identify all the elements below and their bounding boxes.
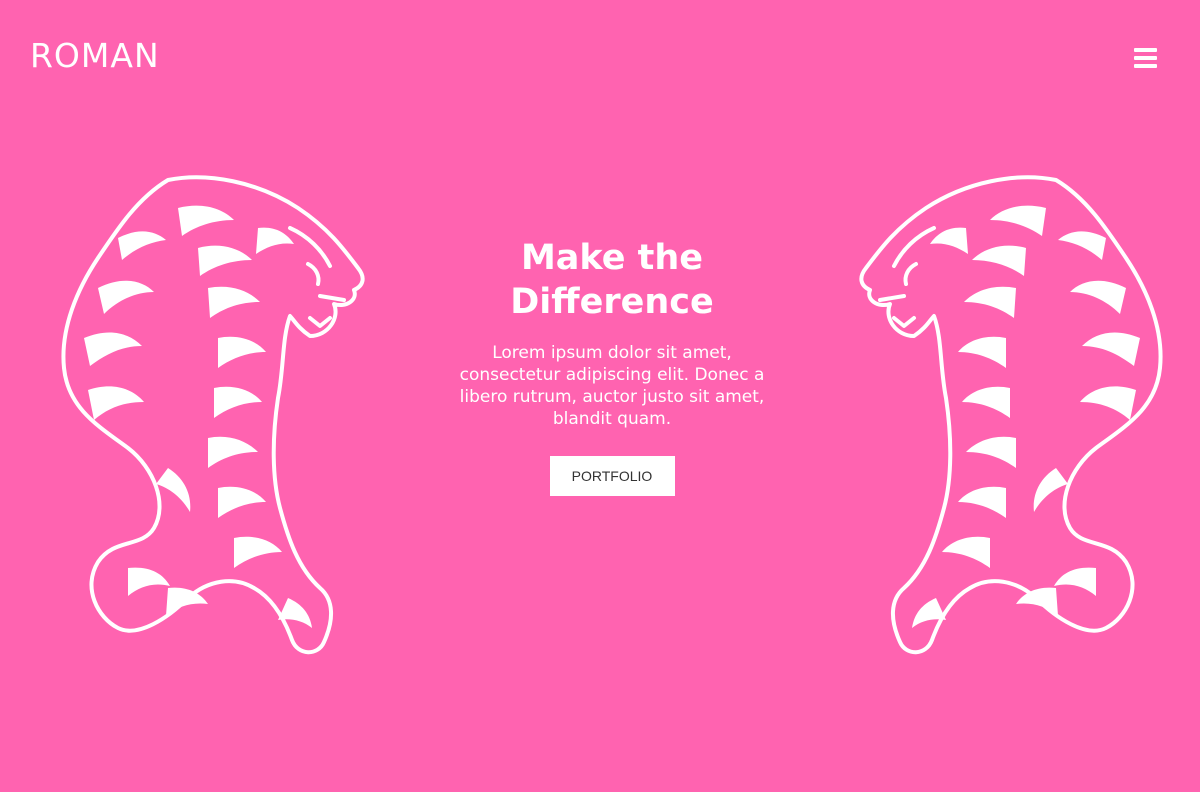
tiger-illustration-left <box>61 175 365 655</box>
hero-title: Make the Difference <box>440 236 784 324</box>
tiger-illustration-right <box>859 175 1163 655</box>
hero-title-line-2: Difference <box>510 282 714 322</box>
site-logo[interactable]: ROMAN <box>30 36 160 76</box>
hero-section: Make the Difference Lorem ipsum dolor si… <box>440 236 784 496</box>
hero-title-line-1: Make the <box>520 238 704 278</box>
portfolio-button[interactable]: PORTFOLIO <box>549 456 675 496</box>
menu-toggle-button[interactable] <box>1124 38 1166 78</box>
hero-description: Lorem ipsum dolor sit amet, consectetur … <box>459 343 765 429</box>
